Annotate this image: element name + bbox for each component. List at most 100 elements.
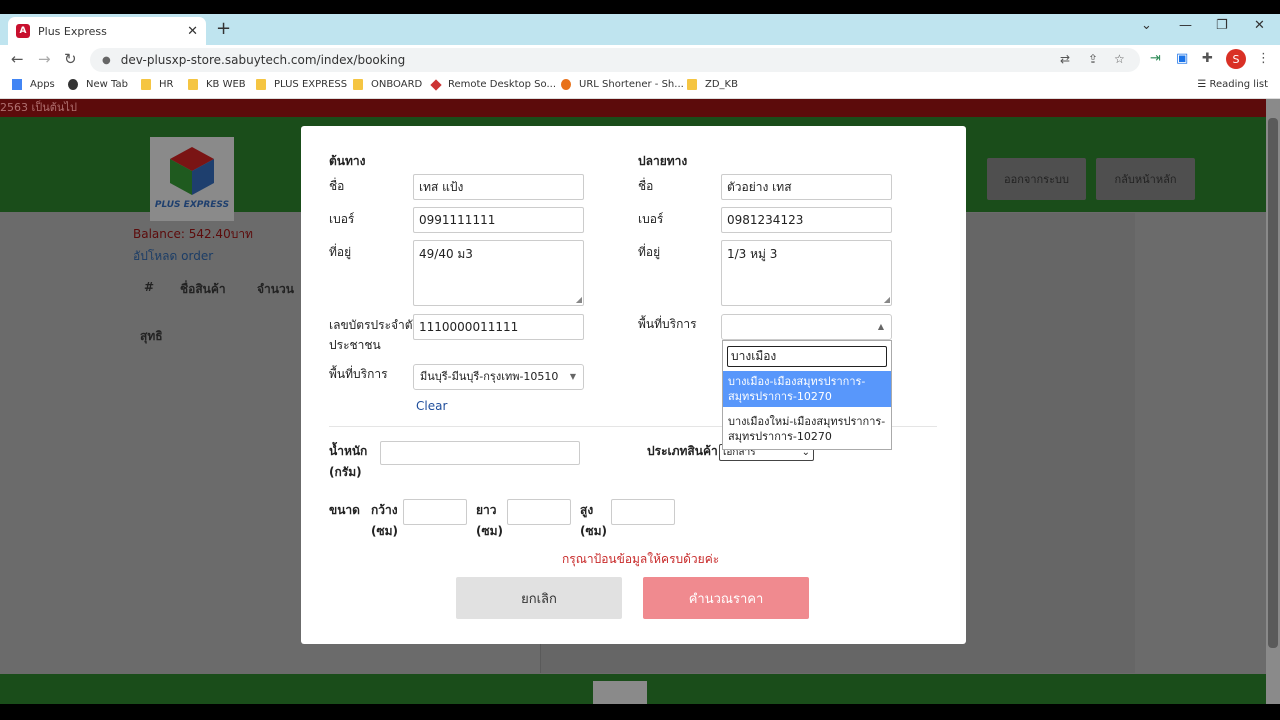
close-tab-icon[interactable]: ✕ xyxy=(187,24,198,39)
bookmark-kb-web[interactable]: KB WEB xyxy=(188,79,246,90)
height-label-line2: (ซม) xyxy=(580,524,608,538)
browser-tab[interactable]: A Plus Express ✕ xyxy=(8,17,206,45)
bookmarks-bar: Apps New Tab HR KB WEB PLUS EXPRESS ONBO… xyxy=(0,75,1280,99)
window-close-icon[interactable]: ✕ xyxy=(1254,18,1265,33)
origin-heading: ต้นทาง xyxy=(329,154,366,168)
bookmark-onboard[interactable]: ONBOARD xyxy=(353,79,422,90)
origin-id-input[interactable]: 1110000011111 xyxy=(413,314,584,340)
destination-phone-input[interactable]: 0981234123 xyxy=(721,207,892,233)
lock-icon: ● xyxy=(102,54,111,66)
weight-input[interactable] xyxy=(380,441,580,465)
share-icon[interactable]: ⇪ xyxy=(1088,52,1098,66)
reload-icon[interactable]: ↻ xyxy=(64,50,77,68)
destination-heading: ปลายทาง xyxy=(638,154,688,168)
bookmark-new-tab[interactable]: New Tab xyxy=(68,79,128,90)
address-bar[interactable]: ● dev-plusxp-store.sabuytech.com/index/b… xyxy=(90,48,1140,72)
letterbox-bottom xyxy=(0,704,1280,720)
origin-phone-input[interactable]: 0991111111 xyxy=(413,207,584,233)
area-option[interactable]: บางเมืองใหม่-เมืองสมุทรปราการ-สมุทรปรากา… xyxy=(723,411,891,447)
bookmark-hr[interactable]: HR xyxy=(141,79,173,90)
announcement-marquee: 2563 เป็นต้นไป xyxy=(0,99,1266,117)
translate-icon[interactable]: ⇄ xyxy=(1060,52,1070,66)
chevron-up-icon: ▲ xyxy=(877,322,884,331)
width-input[interactable] xyxy=(403,499,467,525)
area-search-input[interactable]: บางเมือง xyxy=(727,346,887,367)
destination-name-label: ชื่อ xyxy=(638,179,654,193)
destination-name-input[interactable]: ตัวอย่าง เทส xyxy=(721,174,892,200)
star-icon[interactable]: ☆ xyxy=(1114,52,1125,66)
browser-toolbar: ← → ↻ ● dev-plusxp-store.sabuytech.com/i… xyxy=(0,45,1280,75)
origin-id-label-line1: เลขบัตรประจำตัว xyxy=(329,318,420,332)
weight-label-line1: น้ำหนัก xyxy=(329,444,368,458)
plus-express-logo: PLUS EXPRESS xyxy=(150,137,234,221)
error-message: กรุณาป้อนข้อมูลให้ครบด้วยค่ะ xyxy=(562,552,720,566)
resize-grip-icon[interactable]: ◢ xyxy=(884,295,890,304)
destination-area-select[interactable]: ▲ xyxy=(721,314,892,340)
origin-id-label-line2: ประชาชน xyxy=(329,338,381,352)
destination-address-textarea[interactable]: 1/3 หมู่ 3 ◢ xyxy=(721,240,892,306)
table-header-product: ชื่อสินค้า xyxy=(180,282,226,296)
remote-desktop-icon xyxy=(430,78,442,91)
folder-icon xyxy=(353,79,363,90)
profile-avatar[interactable]: S xyxy=(1226,49,1246,69)
bookmark-remote-desktop[interactable]: Remote Desktop So... xyxy=(430,78,556,91)
area-option[interactable]: บางเมือง-เมืองสมุทรปราการ-สมุทรปราการ-10… xyxy=(723,371,891,407)
letterbox-top xyxy=(0,0,1280,14)
globe-icon xyxy=(68,79,78,90)
extensions-puzzle-icon[interactable]: ✚ xyxy=(1202,51,1213,66)
bookmark-apps[interactable]: Apps xyxy=(12,79,55,90)
destination-area-label: พื้นที่บริการ xyxy=(638,317,697,331)
forward-icon[interactable]: → xyxy=(38,50,51,68)
origin-name-input[interactable]: เทส แป้ง xyxy=(413,174,584,200)
extension-arrow-icon[interactable]: ⇥ xyxy=(1150,51,1161,66)
svg-text:PLUS EXPRESS: PLUS EXPRESS xyxy=(155,200,229,210)
page-scrollbar-thumb[interactable] xyxy=(1268,118,1278,648)
reading-list-icon: ☰ xyxy=(1197,79,1210,90)
angular-favicon-icon: A xyxy=(16,24,30,38)
size-label: ขนาด xyxy=(329,503,360,517)
reading-list[interactable]: ☰ Reading list xyxy=(1197,79,1268,90)
folder-icon xyxy=(141,79,151,90)
tab-search-icon[interactable]: ⌄ xyxy=(1141,18,1152,33)
clear-origin-link[interactable]: Clear xyxy=(416,399,447,413)
extension-screen-icon[interactable]: ▣ xyxy=(1176,51,1188,66)
origin-name-label: ชื่อ xyxy=(329,179,345,193)
origin-area-select[interactable]: มีนบุรี-มีนบุรี-กรุงเทพ-10510 ▼ xyxy=(413,364,584,390)
logout-button[interactable]: ออกจากระบบ xyxy=(987,158,1086,200)
minimize-icon[interactable]: — xyxy=(1179,18,1192,33)
tab-strip: A Plus Express ✕ + ⌄ — ❐ ✕ xyxy=(0,14,1280,45)
bookmark-plus-express[interactable]: PLUS EXPRESS xyxy=(256,79,347,90)
height-input[interactable] xyxy=(611,499,675,525)
width-label-line2: (ซม) xyxy=(371,524,399,538)
calculate-price-button[interactable]: คำนวณราคา xyxy=(643,577,809,619)
destination-address-label: ที่อยู่ xyxy=(638,245,661,259)
menu-icon[interactable]: ⋮ xyxy=(1257,51,1270,66)
origin-address-label: ที่อยู่ xyxy=(329,245,352,259)
folder-icon xyxy=(188,79,198,90)
cancel-button[interactable]: ยกเลิก xyxy=(456,577,622,619)
length-input[interactable] xyxy=(507,499,571,525)
table-header-index: # xyxy=(144,280,155,294)
upload-order-link[interactable]: อัปโหลด order xyxy=(133,247,213,266)
folder-icon xyxy=(256,79,266,90)
back-icon[interactable]: ← xyxy=(11,50,24,68)
origin-area-label: พื้นที่บริการ xyxy=(329,367,388,381)
folder-icon xyxy=(687,79,697,90)
net-total-label: สุทธิ xyxy=(140,329,163,343)
width-label-line1: กว้าง xyxy=(371,503,398,517)
destination-phone-label: เบอร์ xyxy=(638,212,664,226)
back-home-button[interactable]: กลับหน้าหลัก xyxy=(1096,158,1195,200)
new-tab-icon[interactable]: + xyxy=(216,18,231,39)
screen: A Plus Express ✕ + ⌄ — ❐ ✕ ← → ↻ ● dev-p… xyxy=(0,0,1280,720)
origin-phone-label: เบอร์ xyxy=(329,212,355,226)
origin-address-textarea[interactable]: 49/40 ม3 ◢ xyxy=(413,240,584,306)
resize-grip-icon[interactable]: ◢ xyxy=(576,295,582,304)
bookmark-url-shortener[interactable]: URL Shortener - Sh... xyxy=(561,79,684,90)
length-label-line1: ยาว xyxy=(476,503,497,517)
bookmark-zd-kb[interactable]: ZD_KB xyxy=(687,79,738,90)
balance-text: Balance: 542.40บาท xyxy=(133,227,253,241)
restore-icon[interactable]: ❐ xyxy=(1216,18,1228,33)
table-header-quantity: จำนวน xyxy=(257,282,294,296)
height-label-line1: สูง xyxy=(580,503,594,517)
url-text: dev-plusxp-store.sabuytech.com/index/boo… xyxy=(120,53,406,67)
